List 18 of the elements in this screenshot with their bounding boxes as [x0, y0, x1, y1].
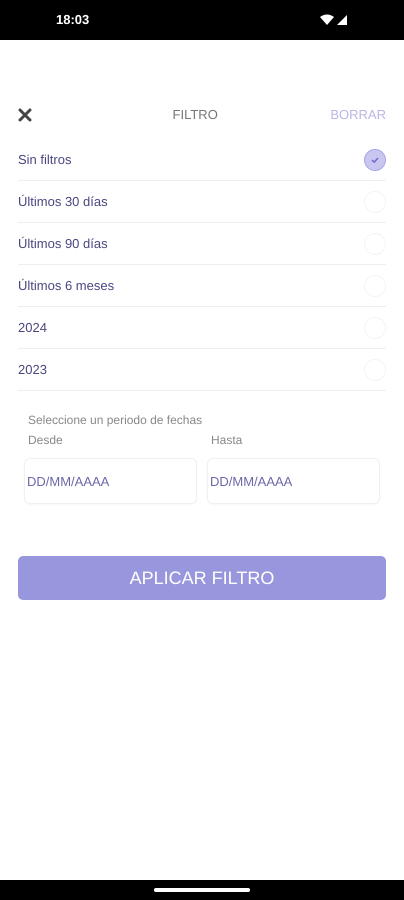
filter-option[interactable]: Últimos 30 días: [18, 181, 386, 223]
filter-option[interactable]: Sin filtros: [18, 139, 386, 181]
status-time: 18:03: [56, 11, 90, 30]
date-input-field[interactable]: DD/MM/AAAA: [207, 458, 380, 504]
close-icon[interactable]: [18, 108, 32, 122]
filter-option[interactable]: 2023: [18, 349, 386, 391]
date-range-caption: Seleccione un periodo de fechas: [28, 412, 204, 429]
filter-option[interactable]: Últimos 90 días: [18, 223, 386, 265]
date-input-field[interactable]: DD/MM/AAAA: [24, 458, 197, 504]
home-handle[interactable]: [154, 888, 250, 892]
filter-option[interactable]: 2024: [18, 307, 386, 349]
date-field-label: Hasta: [211, 432, 244, 449]
filter-option[interactable]: Últimos 6 meses: [18, 265, 386, 307]
date-field-label: Desde: [28, 432, 64, 449]
radio-button[interactable]: [364, 148, 386, 170]
check-icon: [370, 154, 380, 164]
screen-title: FILTRO: [172, 106, 218, 124]
wifi-signal-icon: [320, 14, 348, 26]
